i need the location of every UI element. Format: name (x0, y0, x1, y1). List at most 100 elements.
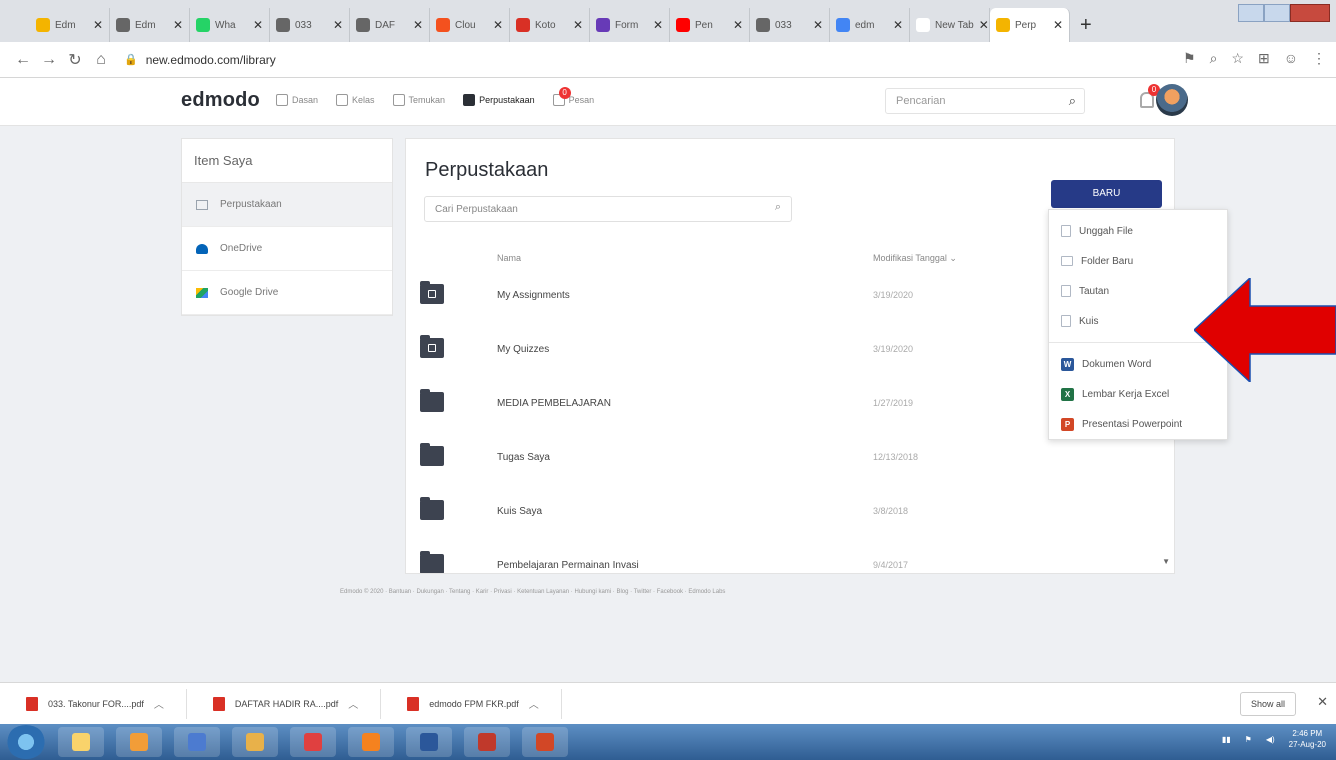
browser-tab[interactable]: Wha ✕ (190, 8, 270, 42)
nav-item-perpustakaan[interactable]: Perpustakaan (463, 94, 535, 106)
file-name[interactable]: MEDIA PEMBELAJARAN (497, 398, 611, 409)
tab-close-icon[interactable]: ✕ (893, 18, 903, 32)
browser-tab[interactable]: Pen ✕ (670, 8, 750, 42)
browser-tab[interactable]: Perp ✕ (990, 8, 1070, 42)
tab-close-icon[interactable]: ✕ (1053, 18, 1063, 32)
browser-tab[interactable]: Form ✕ (590, 8, 670, 42)
menu-item-powerpoint[interactable]: P Presentasi Powerpoint (1049, 409, 1227, 439)
back-icon[interactable]: ← (10, 51, 36, 69)
extension-icon[interactable]: ⊞ (1258, 50, 1270, 67)
taskbar-app-button[interactable] (406, 727, 452, 757)
page-title: Perpustakaan (425, 159, 549, 181)
taskbar-app-button[interactable] (174, 727, 220, 757)
tab-close-icon[interactable]: ✕ (979, 18, 989, 32)
file-name[interactable]: My Quizzes (497, 344, 549, 355)
menu-item-excel-sheet[interactable]: X Lembar Kerja Excel (1049, 379, 1227, 409)
new-tab-icon[interactable]: + (1080, 14, 1092, 37)
minimize-icon[interactable] (1238, 4, 1264, 22)
table-row[interactable]: MEDIA PEMBELAJARAN 1/27/2019 (406, 379, 1158, 433)
nav-item-temukan[interactable]: Temukan (392, 94, 445, 106)
profile-icon[interactable]: ☺ (1284, 50, 1298, 67)
library-search-input[interactable]: Cari Perpustakaan ⌕ (424, 196, 792, 222)
download-item[interactable]: edmodo FPM FKR.pdf ︿ (381, 688, 562, 719)
table-row[interactable]: My Quizzes 3/19/2020 (406, 325, 1158, 379)
browser-tab[interactable]: Koto ✕ (510, 8, 590, 42)
taskbar-app-button[interactable] (116, 727, 162, 757)
url-text[interactable]: new.edmodo.com/library (146, 53, 276, 67)
taskbar-app-button[interactable] (290, 727, 336, 757)
file-name[interactable]: Kuis Saya (497, 506, 542, 517)
address-bar[interactable]: 🔒 new.edmodo.com/library (124, 53, 276, 67)
column-header-name[interactable]: Nama (497, 253, 521, 263)
taskbar-app-button[interactable] (58, 727, 104, 757)
sidebar-item-onedrive[interactable]: OneDrive (182, 227, 392, 271)
scroll-down-icon[interactable]: ▼ (1162, 557, 1170, 566)
nav-item-pesan[interactable]: 0 Pesan (552, 87, 594, 106)
browser-tab[interactable]: Clou ✕ (430, 8, 510, 42)
tab-close-icon[interactable]: ✕ (733, 18, 743, 32)
forward-icon[interactable]: → (36, 51, 62, 69)
tab-close-icon[interactable]: ✕ (333, 18, 343, 32)
new-button[interactable]: BARU (1051, 180, 1162, 208)
edmodo-logo[interactable]: edmodo (181, 89, 260, 112)
tab-close-icon[interactable]: ✕ (413, 18, 423, 32)
reload-icon[interactable]: ↻ (62, 50, 88, 70)
avatar[interactable] (1156, 84, 1188, 116)
translate-icon[interactable]: ⚑ (1183, 50, 1196, 67)
table-row[interactable]: Kuis Saya 3/8/2018 (406, 487, 1158, 541)
nav-item-kelas[interactable]: Kelas (336, 94, 375, 106)
chevron-up-icon[interactable]: ︿ (529, 696, 539, 711)
search-icon[interactable]: ⌕ (1069, 93, 1076, 109)
table-row[interactable]: Pembelajaran Permainan Invasi 9/4/2017 (406, 541, 1158, 573)
menu-item-upload-file[interactable]: Unggah File (1049, 216, 1227, 246)
download-item[interactable]: DAFTAR HADIR RA....pdf ︿ (187, 688, 382, 719)
maximize-icon[interactable] (1264, 4, 1290, 22)
browser-menu-icon[interactable]: ⋮ (1312, 50, 1326, 67)
bookmark-star-icon[interactable]: ☆ (1231, 50, 1244, 67)
browser-tab[interactable]: Edm ✕ (30, 8, 110, 42)
flag-icon[interactable]: ⚑ (1245, 735, 1252, 744)
chevron-up-icon[interactable]: ︿ (154, 696, 164, 711)
column-header-date[interactable]: Modifikasi Tanggal ⌄ (873, 253, 957, 264)
tab-close-icon[interactable]: ✕ (173, 18, 183, 32)
taskbar-app-button[interactable] (522, 727, 568, 757)
taskbar-app-button[interactable] (464, 727, 510, 757)
taskbar-app-button[interactable] (348, 727, 394, 757)
table-row[interactable]: My Assignments 3/19/2020 (406, 271, 1158, 325)
tab-close-icon[interactable]: ✕ (813, 18, 823, 32)
network-icon[interactable]: ▮▮ (1222, 735, 1231, 744)
zoom-icon[interactable]: ⌕ (1210, 50, 1218, 67)
show-all-button[interactable]: Show all (1239, 692, 1296, 716)
browser-tab[interactable]: 033 ✕ (270, 8, 350, 42)
file-name[interactable]: My Assignments (497, 290, 570, 301)
file-name[interactable]: Tugas Saya (497, 452, 550, 463)
start-button[interactable] (6, 725, 46, 759)
taskbar-app-button[interactable] (232, 727, 278, 757)
tab-close-icon[interactable]: ✕ (653, 18, 663, 32)
volume-icon[interactable]: ◀) (1266, 735, 1275, 744)
tab-close-icon[interactable]: ✕ (573, 18, 583, 32)
tab-close-icon[interactable]: ✕ (493, 18, 503, 32)
sidebar-item-google-drive[interactable]: Google Drive (182, 271, 392, 315)
browser-tab[interactable]: 033 ✕ (750, 8, 830, 42)
browser-tab[interactable]: Edm ✕ (110, 8, 190, 42)
chevron-up-icon[interactable]: ︿ (348, 696, 358, 711)
clock[interactable]: 2:46 PM 27-Aug-20 (1289, 728, 1326, 750)
page-footer[interactable]: Edmodo © 2020 · Bantuan · Dukungan · Ten… (340, 589, 725, 595)
browser-tab[interactable]: New Tab ✕ (910, 8, 990, 42)
close-icon[interactable]: ✕ (1317, 694, 1328, 710)
nav-item-dasan[interactable]: Dasan (276, 94, 318, 106)
search-icon[interactable]: ⌕ (775, 201, 781, 214)
download-item[interactable]: 033. Takonur FOR....pdf ︿ (0, 688, 187, 719)
global-search-input[interactable]: Pencarian ⌕ (885, 88, 1085, 114)
home-icon[interactable]: ⌂ (88, 51, 114, 69)
tab-close-icon[interactable]: ✕ (253, 18, 263, 32)
close-window-icon[interactable] (1290, 4, 1330, 22)
sidebar-item-perpustakaan[interactable]: Perpustakaan (182, 183, 392, 227)
table-row[interactable]: Tugas Saya 12/13/2018 (406, 433, 1158, 487)
browser-tab[interactable]: edm ✕ (830, 8, 910, 42)
file-name[interactable]: Pembelajaran Permainan Invasi (497, 560, 639, 571)
tab-close-icon[interactable]: ✕ (93, 18, 103, 32)
browser-tab[interactable]: DAF ✕ (350, 8, 430, 42)
menu-item-new-folder[interactable]: Folder Baru (1049, 246, 1227, 276)
